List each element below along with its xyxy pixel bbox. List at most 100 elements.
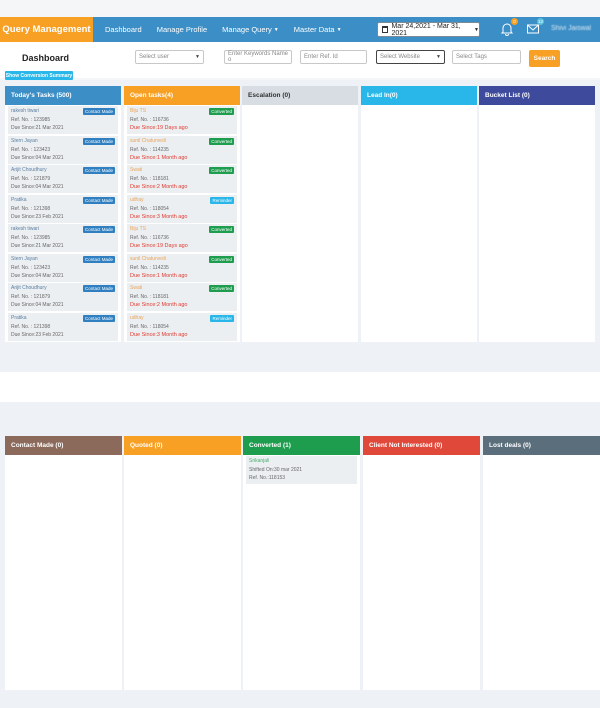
status-badge: Reminder — [210, 196, 234, 204]
card-due: Due Since:23 Feb 2021 — [11, 331, 64, 338]
card-due: Due Since:19 Days ago — [130, 125, 188, 131]
card-ref: Ref. No. : 114235 — [130, 146, 169, 153]
column-bucket-list-0: Bucket List (0) — [479, 86, 595, 342]
task-card[interactable]: udhay Ref. No. : 118054 Due Since:3 Month … — [127, 312, 237, 341]
column-header[interactable]: Lost deals (0) — [483, 436, 600, 455]
status-badge: Contact Made — [82, 314, 115, 322]
mail-count-badge: 12 — [537, 18, 544, 25]
status-badge: Converted — [209, 108, 234, 115]
menu-dashboard[interactable]: Dashboard — [105, 25, 142, 34]
select-user-dropdown[interactable]: Select user ▼ — [135, 50, 204, 64]
column-lead-in-0: Lead In(0) — [361, 86, 477, 342]
column-header[interactable]: Converted (1) — [243, 436, 360, 455]
select-tags-input[interactable]: Select Tags — [452, 50, 521, 64]
column-lost-deals-0: Lost deals (0) — [483, 436, 600, 690]
column-header[interactable]: Bucket List (0) — [479, 86, 595, 105]
task-card[interactable]: Stern Jayan Ref. No. : 123423 Due Since:04… — [8, 253, 118, 282]
menu-master-data[interactable]: Master Data ▼ — [294, 25, 342, 34]
column-header[interactable]: Quoted (0) — [124, 436, 241, 455]
task-card[interactable]: Biju TS Ref. No. : 116736 Due Since:19 Day… — [127, 106, 237, 134]
chevron-down-icon: ▼ — [195, 54, 200, 60]
column-converted-1: Converted (1) Srikanjali Shifted On:30 mar… — [243, 436, 360, 690]
section-divider — [0, 372, 600, 402]
card-due: Due Since:21 Mar 2021 — [11, 243, 64, 249]
menu-manage-query[interactable]: Manage Query ▼ — [222, 25, 279, 34]
task-card[interactable]: Arijit Choudhury Ref. No. : 121879 Due Sin… — [8, 165, 118, 193]
card-due: Due Since:1 Month ago — [130, 272, 188, 279]
card-ref: Ref. No. : 116736 — [130, 117, 169, 123]
status-badge: Converted — [209, 137, 234, 145]
card-ref: Ref. No. : 121398 — [11, 323, 51, 330]
top-navbar: Query Management Dashboard Manage Profil… — [0, 17, 600, 42]
card-ref: Ref. No. : 118054 — [130, 205, 169, 212]
menu-manage-profile[interactable]: Manage Profile — [157, 25, 207, 34]
column-header[interactable]: Today's Tasks (500) — [5, 86, 121, 105]
task-card[interactable]: Stern Jayan Ref. No. : 123423 Due Since:04… — [8, 135, 118, 164]
column-today-s-tasks-500: Today's Tasks (500) rakesh tiwari Ref. No.… — [5, 86, 121, 342]
card-ref: Ref. No. : 118181 — [130, 294, 169, 300]
brand-logo[interactable]: Query Management — [0, 17, 93, 42]
task-card[interactable]: Arijit Choudhury Ref. No. : 121879 Due Sin… — [8, 283, 118, 311]
card-due: Due Since:04 Mar 2021 — [11, 272, 64, 279]
task-card[interactable]: Swati Ref. No. : 118181 Due Since:2 Month … — [127, 283, 237, 311]
keywords-input[interactable]: Enter Keywords Name o — [224, 50, 292, 64]
status-badge: Contact Made — [82, 167, 115, 174]
card-ref: Ref. No. : 123985 — [11, 117, 51, 123]
conversion-summary-button[interactable]: Show Conversion Summary — [5, 71, 73, 80]
status-badge: Contact Made — [82, 285, 115, 292]
card-due: Due Since:1 Month ago — [130, 154, 188, 161]
column-header[interactable]: Client Not Interested (0) — [363, 436, 480, 455]
status-badge: Contact Made — [82, 196, 115, 204]
card-due: Due Since:04 Mar 2021 — [11, 302, 64, 308]
task-card[interactable]: sunil Chaturvedi Ref. No. : 114235 Due Sin… — [127, 135, 237, 164]
card-name[interactable]: Srikanjali — [249, 458, 354, 464]
task-card[interactable]: Swati Ref. No. : 118181 Due Since:2 Month … — [127, 165, 237, 193]
status-badge: Converted — [209, 226, 234, 233]
column-header[interactable]: Lead In(0) — [361, 86, 477, 105]
task-card[interactable]: sunil Chaturvedi Ref. No. : 114235 Due Sin… — [127, 253, 237, 282]
mail-icon[interactable]: 12 — [526, 18, 544, 36]
status-badge: Converted — [209, 255, 234, 263]
task-card[interactable]: udhay Ref. No. : 118054 Due Since:3 Month … — [127, 194, 237, 223]
status-badge: Contact Made — [82, 255, 115, 263]
user-name[interactable]: Shivi Jaiswal — [551, 25, 591, 32]
task-card[interactable]: Pratika Ref. No. : 121398 Due Since:23 Feb… — [8, 194, 118, 223]
card-ref: Ref. No. : 123423 — [11, 146, 51, 153]
page-title: Dashboard — [22, 53, 70, 63]
filter-bar: Dashboard Select user ▼ Enter Keywords Na… — [0, 42, 600, 78]
card-ref: Ref. No. : 121879 — [11, 294, 51, 300]
card-due: Due Since:2 Month ago — [130, 302, 188, 308]
notification-count-badge: 0 — [511, 18, 518, 25]
select-website-dropdown[interactable]: Select Website ▼ — [376, 50, 445, 64]
bell-icon[interactable]: 0 — [500, 18, 518, 36]
status-board: Contact Made (0) Quoted (0) Converted (1) S… — [0, 402, 600, 708]
search-button[interactable]: Search — [529, 50, 560, 67]
task-card[interactable]: Srikanjali Shifted On:30 mar 2021 Ref. No.… — [246, 456, 357, 484]
ref-id-input[interactable]: Enter Ref. Id — [300, 50, 367, 64]
column-contact-made-0: Contact Made (0) — [5, 436, 122, 690]
card-due: Due Since:23 Feb 2021 — [11, 213, 64, 220]
status-badge: Reminder — [210, 314, 234, 322]
card-due: Ref. No.:118153 — [249, 475, 286, 481]
card-ref: Ref. No. : 121398 — [11, 205, 51, 212]
card-ref: Ref. No. : 123423 — [11, 264, 51, 271]
column-escalation-0: Escalation (0) — [242, 86, 358, 342]
task-card[interactable]: rakesh tiwari Ref. No. : 123985 Due Since:… — [8, 224, 118, 252]
card-ref: Ref. No. : 121879 — [11, 176, 51, 182]
date-range-picker[interactable]: Mar 24,2021 - Mar 31, 2021 ▼ — [377, 22, 480, 37]
card-due: Due Since:2 Month ago — [130, 184, 188, 190]
column-header[interactable]: Escalation (0) — [242, 86, 358, 105]
status-badge: Contact Made — [82, 137, 115, 145]
column-header[interactable]: Open tasks(4) — [124, 86, 240, 105]
column-open-tasks-4: Open tasks(4) Biju TS Ref. No. : 116736 Due… — [124, 86, 240, 342]
column-header[interactable]: Contact Made (0) — [5, 436, 122, 455]
task-card[interactable]: Biju TS Ref. No. : 116736 Due Since:19 Day… — [127, 224, 237, 252]
card-ref: Ref. No. : 123985 — [11, 235, 51, 241]
card-due: Due Since:3 Month ago — [130, 331, 188, 338]
chevron-down-icon: ▼ — [273, 26, 279, 33]
column-quoted-0: Quoted (0) — [124, 436, 241, 690]
column-client-not-interested-0: Client Not Interested (0) — [363, 436, 480, 690]
task-card[interactable]: Pratika Ref. No. : 121398 Due Since:23 Feb… — [8, 312, 118, 341]
calendar-icon — [382, 26, 389, 33]
task-card[interactable]: rakesh tiwari Ref. No. : 123985 Due Since:… — [8, 106, 118, 134]
